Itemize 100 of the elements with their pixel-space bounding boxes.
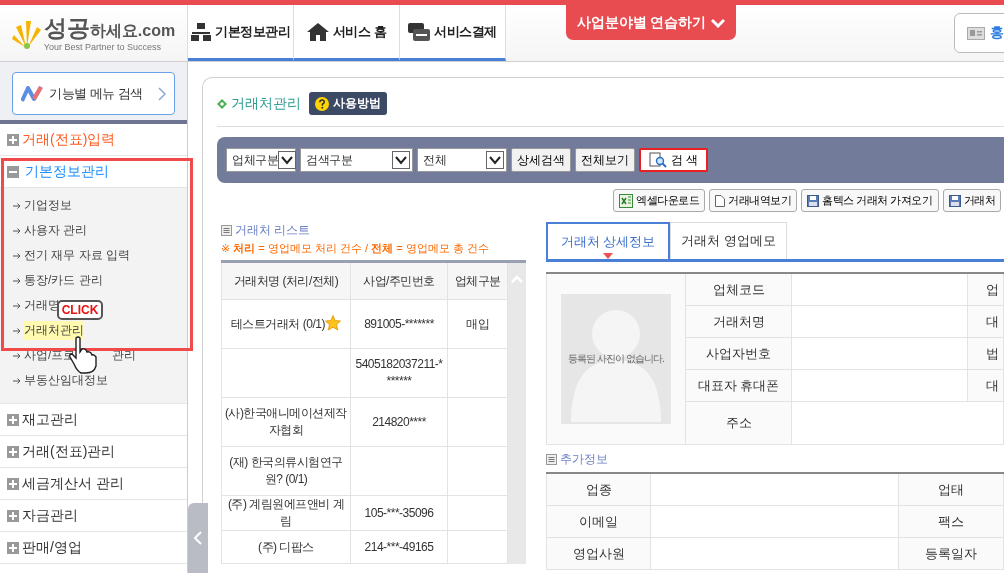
toolbar-button[interactable]: 거래처 — [942, 189, 1001, 212]
legend-note: ※ 처리 = 영업메모 처리 건수 / 전체 = 영업메모 총 건수 — [221, 241, 490, 256]
field-label: 업종 — [546, 473, 651, 506]
sunburst-logo-icon — [11, 19, 42, 49]
logo-wordmark: 성공 — [43, 15, 90, 41]
submenu-item[interactable]: 거래처관리 — [24, 321, 84, 340]
search-option-button[interactable]: 전체보기 — [575, 148, 635, 172]
tab[interactable]: 거래처 상세정보 — [546, 222, 670, 259]
table-cell[interactable]: 214-***-49165 — [350, 530, 448, 564]
caret-down-icon — [486, 151, 504, 169]
search-button[interactable]: 검 색 — [639, 148, 709, 172]
arrow-right-icon — [13, 202, 21, 209]
help-button[interactable]: 사용방법 — [309, 92, 387, 115]
field-label: 사업자번호 — [685, 337, 792, 370]
arrow-right-icon — [13, 377, 21, 384]
field-value[interactable] — [791, 369, 968, 402]
table-cell[interactable]: 테스트거래처 (0/1) — [221, 299, 351, 349]
caret-down-icon — [603, 253, 613, 259]
logo-domain: 하세요.com — [89, 22, 176, 39]
profile-button[interactable]: 홍 — [954, 13, 1004, 53]
list-icon — [221, 224, 232, 236]
nav-tab[interactable]: 서비스 홈 — [294, 5, 400, 61]
caret-down-icon — [278, 151, 296, 169]
diamond-icon — [217, 98, 227, 109]
field-label: 영업사원 — [546, 537, 651, 570]
table-cell[interactable] — [350, 446, 448, 496]
arrow-right-icon — [13, 227, 21, 234]
arrow-right-icon — [13, 327, 21, 334]
toolbar-button[interactable]: 엑셀다운로드 — [613, 189, 706, 212]
field-label: 업 — [967, 273, 1004, 306]
table-cell[interactable]: 5405182037211-******* — [350, 348, 448, 398]
submenu-item-tail[interactable]: 관리 — [112, 346, 137, 365]
dropdown-field[interactable]: 검색구분 — [300, 148, 413, 172]
column-header: 업체구분 — [447, 263, 508, 300]
table-cell[interactable]: (재) 한국의류시험연구원? (0/1) — [221, 446, 351, 496]
practice-button[interactable]: 사업분야별 연습하기 — [566, 5, 736, 40]
star-icon — [325, 315, 341, 331]
minus-box-icon — [7, 165, 19, 178]
arrow-right-icon — [13, 352, 21, 359]
field-value[interactable] — [650, 537, 899, 570]
collapse-handle[interactable] — [188, 503, 208, 573]
table-cell[interactable]: (주) 디팝스 — [221, 530, 351, 564]
menu-search-button[interactable]: 기능별 메뉴 검색 — [12, 72, 175, 115]
caret-down-icon — [392, 151, 410, 169]
table-cell[interactable] — [447, 495, 508, 531]
toolbar-button[interactable]: 거래내역보기 — [709, 189, 798, 212]
table-cell[interactable] — [447, 446, 508, 496]
chevron-right-icon — [158, 86, 166, 101]
table-cell[interactable]: (주) 계림원에프앤비 계림 — [221, 495, 351, 531]
plus-box-icon — [7, 413, 19, 426]
field-label: 이메일 — [546, 505, 651, 538]
plus-box-icon — [7, 541, 19, 554]
submenu-item[interactable]: 기업정보 — [24, 196, 72, 215]
field-label: 업태 — [898, 473, 1004, 506]
table-cell[interactable]: 105-***-35096 — [350, 495, 448, 531]
tab[interactable]: 거래처 영업메모 — [670, 222, 787, 259]
field-value[interactable] — [650, 505, 899, 538]
zigzag-logo-icon — [21, 85, 43, 102]
callout-bubble: CLICK — [57, 300, 103, 320]
plus-box-icon — [7, 133, 19, 146]
column-header: 사업/주민번호 — [350, 263, 448, 300]
search-option-button[interactable]: 상세검색 — [511, 148, 571, 172]
dropdown-field[interactable]: 전체 — [417, 148, 507, 172]
table-cell[interactable] — [447, 348, 508, 398]
scrollbar[interactable] — [508, 263, 526, 564]
column-header: 거래처명 (처리/전체) — [221, 263, 351, 300]
id-card-icon — [967, 26, 985, 40]
list-icon — [546, 453, 557, 465]
field-value[interactable] — [791, 337, 968, 370]
submenu-item[interactable]: 사용자 관리 — [24, 221, 88, 240]
table-cell[interactable] — [447, 530, 508, 564]
table-cell[interactable]: 891005-******* — [350, 299, 448, 349]
page-title: 거래처관리 — [231, 94, 301, 113]
table-cell[interactable] — [221, 348, 351, 398]
submenu-item[interactable]: 전기 재무 자료 입력 — [24, 246, 130, 265]
field-label: 대표자 휴대폰 — [685, 369, 792, 402]
toolbar-button[interactable]: 홈텍스 거래처 가져오기 — [801, 189, 939, 212]
nav-tab[interactable]: 서비스결제 — [400, 5, 506, 61]
logo-tagline: Your Best Partner to Success — [43, 42, 163, 53]
dropdown-field[interactable]: 업체구분 — [226, 148, 296, 172]
table-cell[interactable]: (사)한국애니메이션제작자협회 — [221, 397, 351, 447]
sitemap-icon — [191, 22, 211, 41]
nav-tab[interactable]: 기본정보관리 — [188, 5, 294, 61]
table-cell[interactable] — [447, 397, 508, 447]
table-cell[interactable]: 214820**** — [350, 397, 448, 447]
submenu-item[interactable]: 부동산임대정보 — [24, 371, 108, 390]
plus-box-icon — [7, 509, 19, 522]
field-value[interactable] — [650, 473, 899, 506]
house-icon — [306, 22, 329, 41]
field-value[interactable] — [791, 273, 968, 306]
submenu-item[interactable]: 통장/카드 관리 — [24, 271, 103, 290]
arrow-right-icon — [13, 252, 21, 259]
document-icon — [715, 194, 726, 207]
arrow-right-icon — [13, 277, 21, 284]
table-cell[interactable]: 매입 — [447, 299, 508, 349]
arrow-right-icon — [13, 302, 21, 309]
field-label: 거래처명 — [685, 305, 792, 338]
field-value[interactable] — [791, 401, 1004, 445]
chevron-left-icon — [194, 531, 202, 545]
field-value[interactable] — [791, 305, 968, 338]
